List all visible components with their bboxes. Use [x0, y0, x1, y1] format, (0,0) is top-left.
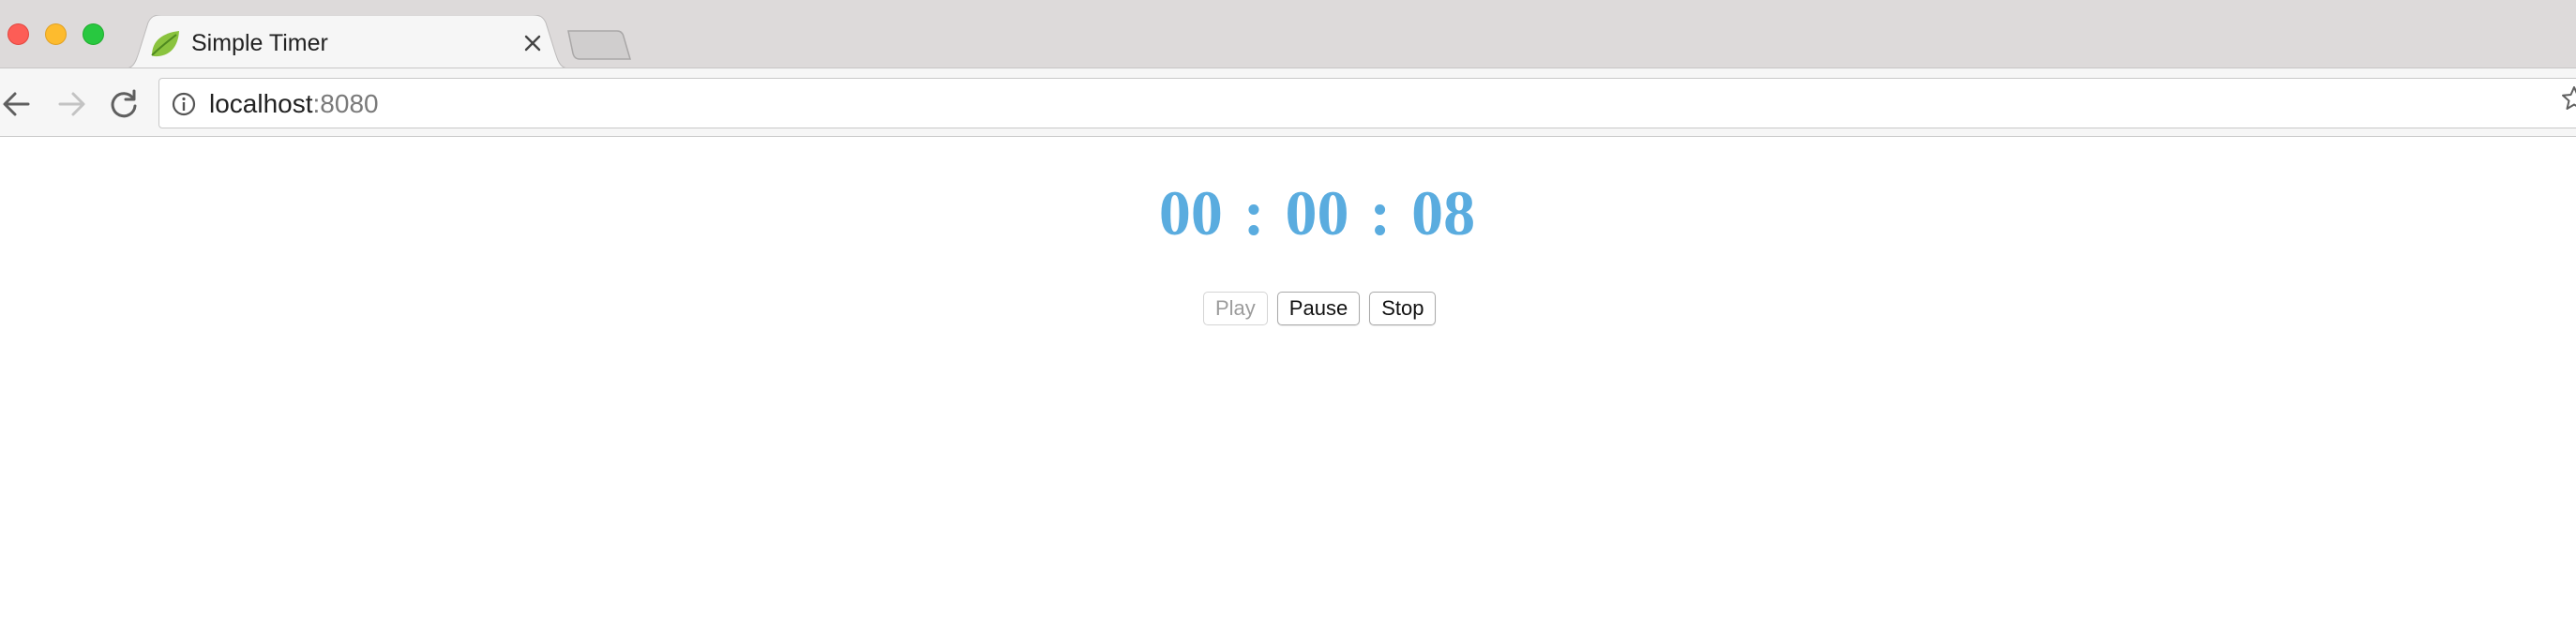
- bookmark-star-icon[interactable]: [2560, 84, 2576, 113]
- address-bar[interactable]: localhost:8080: [158, 78, 2576, 128]
- maximize-window-icon[interactable]: [83, 23, 104, 45]
- play-button[interactable]: Play: [1203, 292, 1268, 325]
- minimize-window-icon[interactable]: [45, 23, 67, 45]
- timer-separator: :: [1369, 177, 1392, 248]
- timer-separator: :: [1243, 177, 1265, 248]
- info-icon[interactable]: [171, 91, 197, 117]
- tab-shape: [120, 15, 574, 69]
- leaf-favicon-icon: [151, 31, 179, 57]
- address-url[interactable]: localhost:8080: [209, 87, 379, 121]
- page-content: 00 : 00 : 08 Play Pause Stop: [0, 138, 2576, 632]
- url-port: :8080: [312, 89, 379, 118]
- reload-icon[interactable]: [105, 85, 143, 123]
- close-tab-icon[interactable]: [518, 28, 548, 58]
- tab-simple-timer[interactable]: Simple Timer: [120, 15, 574, 69]
- pause-button[interactable]: Pause: [1276, 292, 1361, 325]
- url-host: localhost: [209, 89, 313, 118]
- timer-hours: 00: [1158, 177, 1223, 248]
- timer-controls: Play Pause Stop: [1203, 292, 1437, 325]
- timer-display: 00 : 00 : 08: [0, 175, 2576, 250]
- timer-minutes: 00: [1285, 177, 1349, 248]
- close-window-icon[interactable]: [8, 23, 29, 45]
- tab-title: Simple Timer: [191, 30, 328, 56]
- back-arrow-icon[interactable]: [0, 85, 38, 123]
- forward-arrow-icon[interactable]: [53, 85, 90, 123]
- stop-button[interactable]: Stop: [1369, 292, 1437, 325]
- new-tab-button[interactable]: [566, 29, 632, 61]
- timer-seconds: 08: [1411, 177, 1476, 248]
- browser-toolbar: localhost:8080: [0, 68, 2576, 137]
- tab-strip: Simple Timer: [0, 0, 2576, 69]
